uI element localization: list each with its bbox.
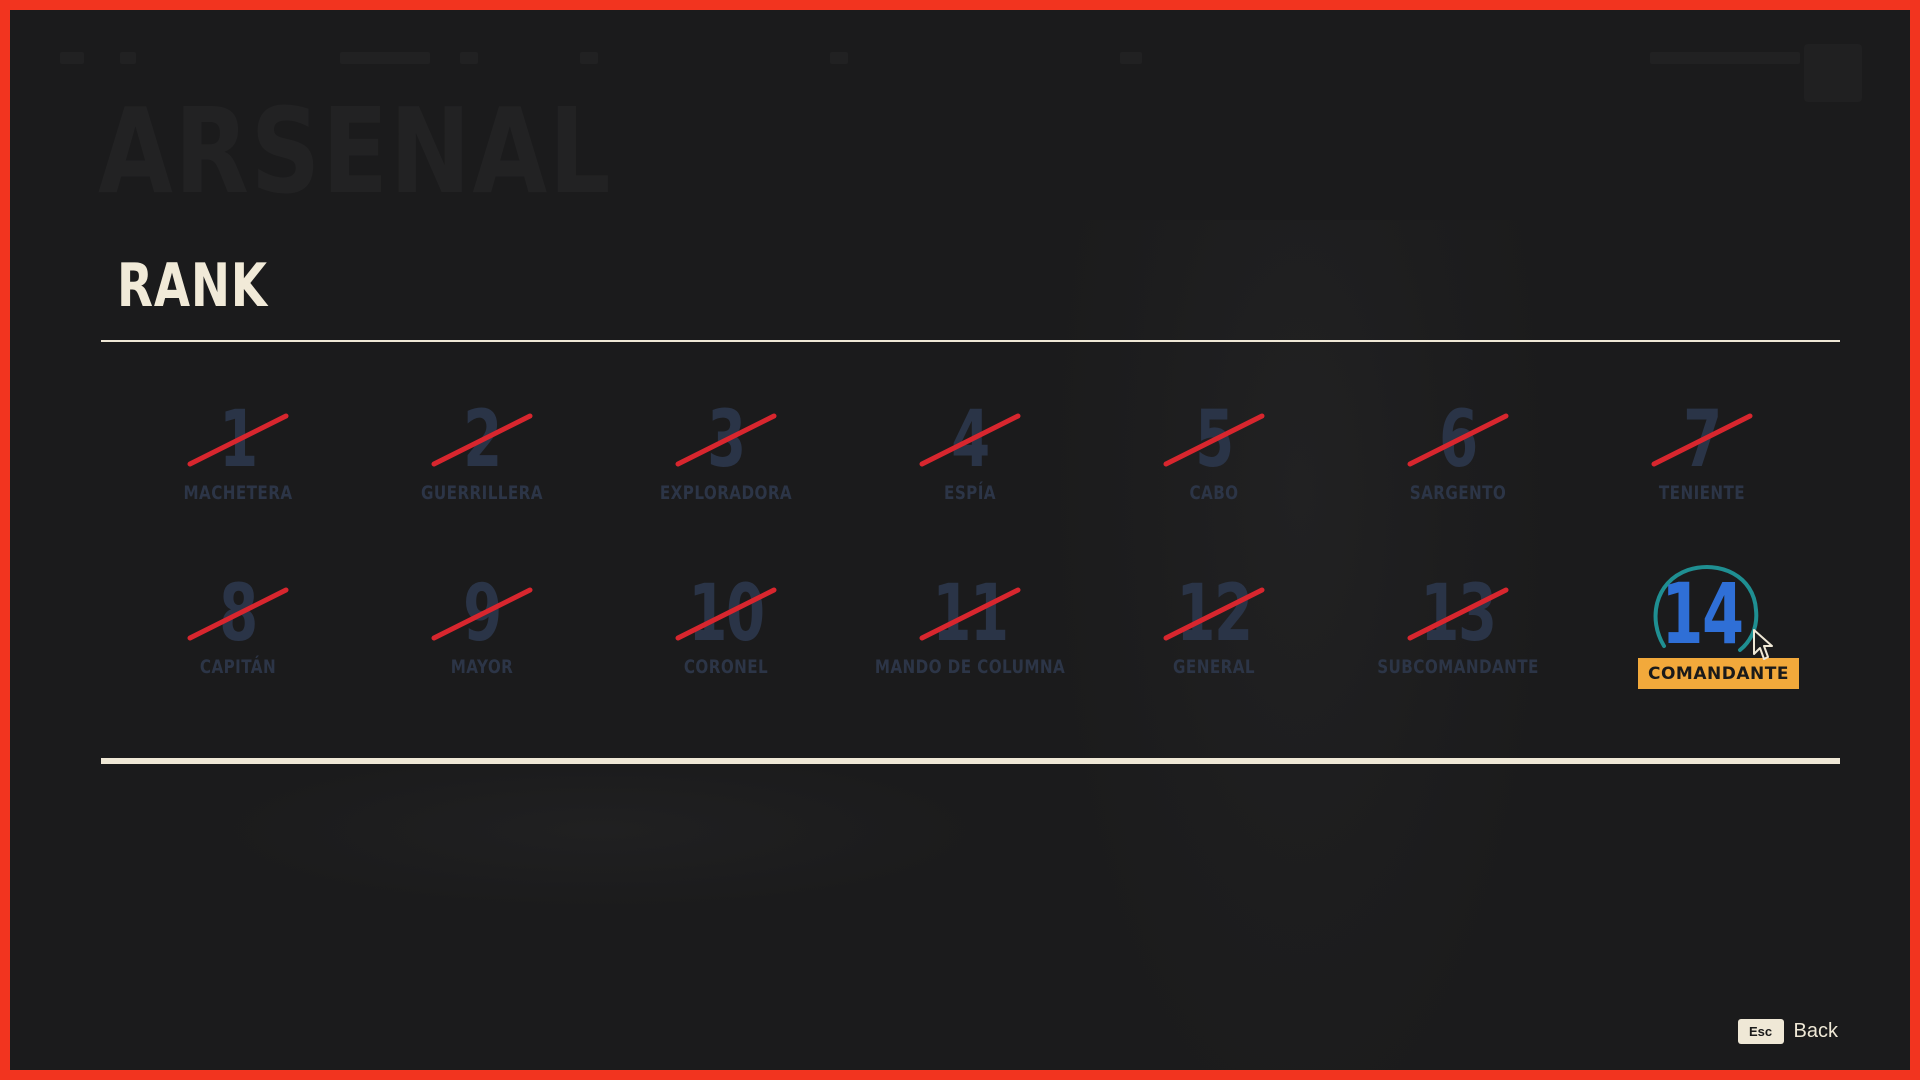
rank-item[interactable]: 6 SARGENTO — [1358, 390, 1558, 550]
rank-number: 5 — [1195, 395, 1234, 485]
rank-item[interactable]: 2 GUERRILLERA — [382, 390, 582, 550]
rank-number: 9 — [463, 569, 502, 659]
rank-label: CAPITÁN — [199, 656, 277, 678]
back-hint[interactable]: Esc Back — [1737, 1019, 1838, 1044]
rank-label: CABO — [1189, 482, 1239, 504]
rank-number: 3 — [707, 395, 746, 485]
rank-number: 4 — [951, 395, 990, 485]
rank-label: CORONEL — [683, 656, 769, 678]
rank-number: 11 — [932, 569, 1009, 659]
rank-number: 7 — [1683, 395, 1722, 485]
rank-label: SUBCOMANDANTE — [1377, 656, 1539, 678]
rank-number: 13 — [1420, 569, 1497, 659]
rank-number: 12 — [1176, 569, 1253, 659]
rank-label: TENIENTE — [1658, 482, 1746, 504]
rank-number: 8 — [219, 569, 258, 659]
rank-label: GUERRILLERA — [421, 482, 543, 504]
rank-item[interactable]: 7 TENIENTE — [1602, 390, 1802, 550]
rank-item[interactable]: 11 MANDO DE COLUMNA — [870, 564, 1070, 724]
rank-label: ESPÍA — [944, 482, 996, 504]
rank-item[interactable]: 5 CABO — [1114, 390, 1314, 550]
rank-number: 2 — [463, 395, 502, 485]
rank-label: EXPLORADORA — [659, 482, 793, 504]
rank-panel-bottom-divider — [101, 758, 1840, 764]
back-label: Back — [1793, 1020, 1838, 1042]
rank-label: MAYOR — [450, 656, 514, 678]
esc-key-icon: Esc — [1737, 1019, 1784, 1044]
rank-number: 6 — [1439, 395, 1478, 485]
rank-label: MANDO DE COLUMNA — [874, 656, 1066, 678]
current-rank-badge: COMANDANTE — [1638, 658, 1799, 689]
rank-label: SARGENTO — [1409, 482, 1507, 504]
rank-item[interactable]: 13 SUBCOMANDANTE — [1358, 564, 1558, 724]
mouse-pointer-icon — [1753, 629, 1773, 660]
rank-item[interactable]: 12 GENERAL — [1114, 564, 1314, 724]
rank-label: GENERAL — [1173, 656, 1255, 678]
rank-number: 1 — [219, 395, 258, 485]
rank-item[interactable]: 10 CORONEL — [626, 564, 826, 724]
rank-item[interactable]: 3 EXPLORADORA — [626, 390, 826, 550]
rank-item[interactable]: 9 MAYOR — [382, 564, 582, 724]
rank-item[interactable]: 1 MACHETERA — [138, 390, 338, 550]
game-screen: ARSENAL RANK 1 MACHETERA 2 GUERRILLERA 3 EXPL… — [0, 0, 1920, 1080]
rank-item[interactable]: 8 CAPITÁN — [138, 564, 338, 724]
rank-label: MACHETERA — [183, 482, 293, 504]
rank-number: 10 — [688, 569, 765, 659]
rank-grid: 1 MACHETERA 2 GUERRILLERA 3 EXPLORADORA 4 ESPÍA… — [10, 10, 1910, 1070]
rank-item[interactable]: 4 ESPÍA — [870, 390, 1070, 550]
